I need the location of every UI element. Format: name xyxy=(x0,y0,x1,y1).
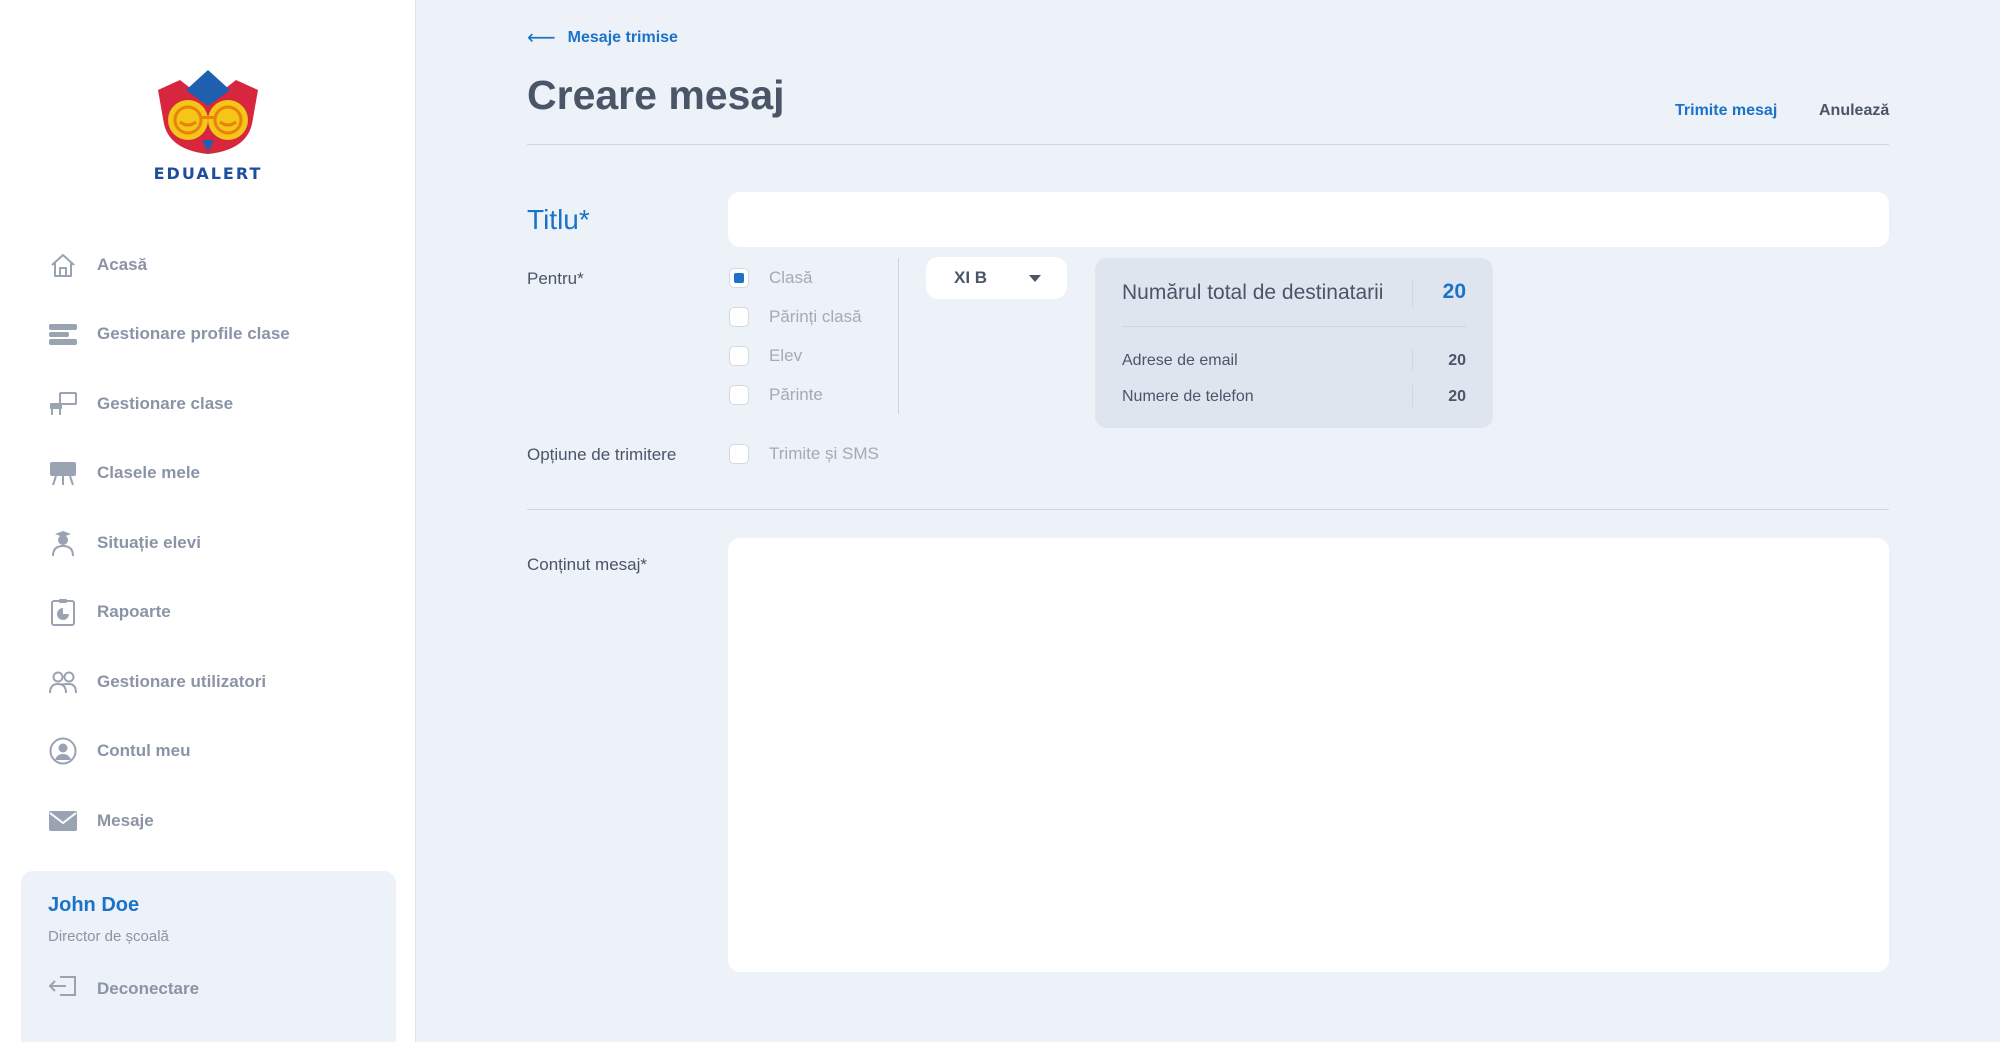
classroom-icon xyxy=(48,389,78,419)
checkbox[interactable] xyxy=(729,346,749,366)
board-icon xyxy=(48,458,78,488)
sidebar-item-label: Gestionare utilizatori xyxy=(97,671,267,691)
phone-count-label: Numere de telefon xyxy=(1122,388,1254,405)
title-input[interactable] xyxy=(728,192,1889,247)
user-role: Director de școală xyxy=(48,928,169,945)
user-name: John Doe xyxy=(48,894,140,916)
send-option-label: Opțiune de trimitere xyxy=(527,445,677,464)
recipient-option-parinti-clasa[interactable]: Părinți clasă xyxy=(729,307,862,327)
logout-label: Deconectare xyxy=(97,978,200,998)
checkbox-label: Clasă xyxy=(769,268,813,287)
checkbox[interactable] xyxy=(729,307,749,327)
recipient-option-elev[interactable]: Elev xyxy=(729,346,802,366)
content-label: Conținut mesaj* xyxy=(527,555,648,574)
sidebar-item-gestionare-profile-clase[interactable]: Gestionare profile clase xyxy=(0,300,416,370)
student-icon xyxy=(48,528,78,558)
home-icon xyxy=(48,250,78,280)
sidebar-item-label: Situație elevi xyxy=(97,532,201,552)
recipient-option-parinte[interactable]: Părinte xyxy=(729,385,823,405)
sidebar-item-label: Acasă xyxy=(97,254,148,274)
checkbox[interactable] xyxy=(729,268,749,288)
checkbox-label: Elev xyxy=(769,346,803,365)
summary-divider xyxy=(1122,326,1466,327)
options-divider xyxy=(898,258,899,414)
cancel-button[interactable]: Anulează xyxy=(1819,102,1889,120)
sidebar-item-situatie-elevi[interactable]: Situație elevi xyxy=(0,508,416,578)
section-divider xyxy=(527,509,1889,510)
recipients-summary: Numărul total de destinatarii 20 Adrese … xyxy=(1095,258,1493,428)
sidebar-item-label: Mesaje xyxy=(97,810,154,830)
summary-divider xyxy=(1412,280,1413,308)
mail-icon xyxy=(48,806,78,836)
sidebar-item-contul-meu[interactable]: Contul meu xyxy=(0,717,416,787)
sidebar-item-rapoarte[interactable]: Rapoarte xyxy=(0,578,416,648)
chevron-down-icon xyxy=(1029,275,1041,282)
sidebar-item-gestionare-utilizatori[interactable]: Gestionare utilizatori xyxy=(0,647,416,717)
report-icon xyxy=(48,597,78,627)
edualert-logo[interactable]: EDUALERT xyxy=(150,62,266,186)
checkbox-label: Părinți clasă xyxy=(769,307,862,326)
message-content-textarea[interactable] xyxy=(728,538,1889,972)
back-link-label: Mesaje trimise xyxy=(567,29,678,46)
sidebar-item-mesaje[interactable]: Mesaje xyxy=(0,786,416,856)
title-label: Titlu* xyxy=(527,204,590,235)
checkbox[interactable] xyxy=(729,444,749,464)
page-title: Creare mesaj xyxy=(527,72,785,118)
send-message-button[interactable]: Trimite mesaj xyxy=(1675,102,1777,120)
arrow-left-icon: ⟵ xyxy=(527,27,556,49)
email-count-value: 20 xyxy=(1448,352,1466,369)
checkbox-label: Trimite și SMS xyxy=(769,444,879,463)
brand-name: EDUALERT xyxy=(153,164,263,183)
checkbox[interactable] xyxy=(729,385,749,405)
class-profiles-icon xyxy=(48,319,78,349)
class-select[interactable]: XI B xyxy=(926,257,1067,299)
sidebar: EDUALERT Acasă Gestionare profile clase … xyxy=(0,0,416,1042)
sidebar-nav: Acasă Gestionare profile clase Gestionar… xyxy=(0,230,416,856)
total-recipients-label: Numărul total de destinatarii xyxy=(1122,281,1384,304)
logout-button[interactable]: Deconectare xyxy=(48,975,199,1002)
sms-option[interactable]: Trimite și SMS xyxy=(729,444,879,464)
for-label: Pentru* xyxy=(527,269,584,288)
user-card: John Doe Director de școală Deconectare xyxy=(21,871,396,1042)
sidebar-item-label: Gestionare clase xyxy=(97,393,234,413)
sidebar-item-gestionare-clase[interactable]: Gestionare clase xyxy=(0,369,416,439)
back-link[interactable]: ⟵ Mesaje trimise xyxy=(527,28,678,48)
summary-divider xyxy=(1412,349,1413,371)
header-divider xyxy=(527,144,1889,145)
total-recipients-value: 20 xyxy=(1442,280,1466,303)
users-icon xyxy=(48,667,78,697)
recipient-option-clasa[interactable]: Clasă xyxy=(729,268,812,288)
sidebar-item-acasa[interactable]: Acasă xyxy=(0,230,416,300)
account-icon xyxy=(48,736,78,766)
sidebar-item-label: Clasele mele xyxy=(97,463,201,483)
class-select-value: XI B xyxy=(954,268,988,287)
summary-divider xyxy=(1412,385,1413,407)
sidebar-item-label: Gestionare profile clase xyxy=(97,324,290,344)
owl-logo-icon xyxy=(158,70,258,154)
email-count-label: Adrese de email xyxy=(1122,352,1238,369)
sidebar-item-label: Rapoarte xyxy=(97,602,171,622)
sidebar-item-clasele-mele[interactable]: Clasele mele xyxy=(0,439,416,509)
checkbox-label: Părinte xyxy=(769,385,823,404)
logout-icon xyxy=(48,975,78,1002)
sidebar-item-label: Contul meu xyxy=(97,741,191,761)
phone-count-value: 20 xyxy=(1448,388,1466,405)
